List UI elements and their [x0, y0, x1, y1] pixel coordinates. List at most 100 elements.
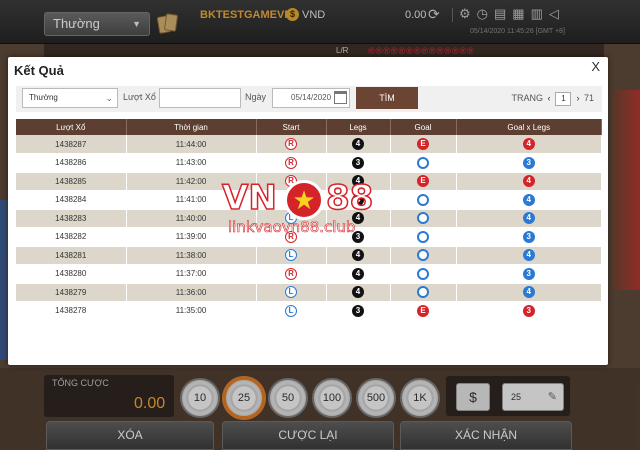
- page-number-input[interactable]: 1: [555, 92, 572, 106]
- legs-cell: 4: [326, 283, 391, 302]
- table-header-row: Lượt Xổ Thời gian Start Legs Goal Goal x…: [16, 119, 602, 135]
- search-button[interactable]: TÌM: [356, 87, 418, 109]
- col-legs: Legs: [326, 119, 391, 135]
- legs-cell: 3: [326, 153, 391, 173]
- pagination: TRANG ‹ 1 › 71: [511, 92, 594, 106]
- goal-x-legs-badge: 4: [522, 138, 535, 150]
- col-time: Thời gian: [126, 119, 257, 135]
- col-draw: Lượt Xổ: [16, 119, 127, 135]
- table-row: 1438279 11:36:00 L 4 4: [16, 283, 602, 302]
- goal-x-legs-badge: 4: [522, 212, 535, 225]
- draw-label: Lượt Xổ: [123, 92, 156, 102]
- goal-x-legs-badge: 3: [522, 230, 535, 243]
- date-input[interactable]: 05/14/2020: [272, 88, 350, 108]
- close-icon[interactable]: X: [591, 59, 600, 74]
- legs-badge: 4: [352, 286, 364, 299]
- goal-x-legs-badge: 3: [522, 267, 535, 280]
- goal-badge: E: [417, 175, 429, 188]
- goal-x-legs-cell: 4: [456, 209, 602, 228]
- start-badge: L: [285, 249, 297, 262]
- goal-x-legs-cell: 4: [456, 283, 602, 302]
- goal-cell: [390, 153, 457, 173]
- draw-time: 11:38:00: [126, 246, 257, 265]
- col-start: Start: [256, 119, 327, 135]
- col-goal-x-legs: Goal x Legs: [456, 119, 602, 135]
- goal-x-legs-cell: 4: [456, 246, 602, 265]
- table-row: 1438281 11:38:00 L 4 4: [16, 246, 602, 265]
- goal-x-legs-cell: 3: [456, 227, 602, 247]
- goal-cell: [390, 246, 457, 265]
- start-badge: R: [285, 156, 297, 169]
- goal-badge: [417, 286, 429, 299]
- draw-id: 1438280: [16, 264, 127, 284]
- start-cell: L: [256, 246, 327, 265]
- calendar-icon[interactable]: [334, 91, 347, 104]
- goal-x-legs-badge: 4: [522, 175, 535, 188]
- chevron-left-icon[interactable]: ‹: [547, 93, 550, 103]
- chevron-down-icon: ⌄: [105, 93, 113, 103]
- draw-time: 11:44:00: [126, 135, 257, 154]
- legs-badge: 4: [352, 267, 364, 280]
- start-cell: R: [256, 264, 327, 284]
- draw-id: 1438283: [16, 209, 127, 228]
- goal-cell: [390, 264, 457, 284]
- table-row: 1438278 11:35:00 L 3 E 3: [16, 301, 602, 321]
- goal-x-legs-cell: 4: [456, 172, 602, 191]
- page-label: TRANG: [511, 93, 543, 103]
- table-row: 1438287 11:44:00 R 4 E 4: [16, 135, 602, 154]
- chevron-right-icon[interactable]: ›: [576, 93, 579, 103]
- star-icon: ★: [284, 180, 324, 220]
- legs-cell: 4: [326, 246, 391, 265]
- watermark-link: linkvaovn88.club: [228, 218, 356, 237]
- draw-id: 1438285: [16, 172, 127, 191]
- start-cell: R: [256, 153, 327, 173]
- draw-time: 11:36:00: [126, 283, 257, 302]
- game-mode-value: Thường: [29, 93, 58, 102]
- goal-badge: [417, 249, 429, 262]
- col-goal: Goal: [390, 119, 457, 135]
- legs-cell: 4: [326, 264, 391, 284]
- filter-bar: Thường ⌄ Lượt Xổ Ngày 05/14/2020 TÌM TRA…: [16, 86, 602, 112]
- draw-id: 1438286: [16, 153, 127, 173]
- watermark-vn: VN: [221, 177, 277, 219]
- goal-cell: [390, 283, 457, 302]
- draw-time: 11:35:00: [126, 301, 257, 321]
- draw-id: 1438284: [16, 190, 127, 210]
- draw-id: 1438281: [16, 246, 127, 265]
- goal-badge: [417, 193, 429, 206]
- goal-x-legs-cell: 3: [456, 153, 602, 173]
- goal-x-legs-cell: 4: [456, 190, 602, 210]
- draw-id: 1438282: [16, 227, 127, 247]
- draw-id: 1438287: [16, 135, 127, 154]
- goal-x-legs-badge: 4: [522, 286, 535, 299]
- game-mode-select[interactable]: Thường ⌄: [22, 88, 118, 108]
- goal-x-legs-cell: 3: [456, 264, 602, 284]
- goal-x-legs-badge: 3: [522, 304, 535, 317]
- vn88-watermark: VN ★ 88 linkvaovn88.club: [221, 177, 402, 238]
- draw-time: 11:43:00: [126, 153, 257, 173]
- legs-badge: 4: [352, 249, 364, 262]
- goal-x-legs-cell: 3: [456, 301, 602, 321]
- goal-x-legs-badge: 4: [522, 249, 535, 262]
- start-cell: R: [256, 135, 327, 154]
- start-badge: L: [285, 304, 297, 317]
- goal-badge: [417, 230, 429, 243]
- goal-cell: E: [390, 301, 457, 321]
- legs-badge: 3: [352, 156, 364, 169]
- legs-badge: 4: [352, 138, 364, 150]
- start-badge: L: [285, 286, 297, 299]
- goal-x-legs-badge: 4: [522, 193, 535, 206]
- start-badge: R: [285, 267, 297, 280]
- start-cell: L: [256, 301, 327, 321]
- legs-cell: 4: [326, 135, 391, 154]
- goal-badge: [417, 267, 429, 280]
- legs-cell: 3: [326, 301, 391, 321]
- legs-badge: 3: [352, 304, 364, 317]
- watermark-88: 88: [325, 177, 374, 219]
- table-row: 1438280 11:37:00 R 4 3: [16, 264, 602, 284]
- draw-id: 1438278: [16, 301, 127, 321]
- goal-badge: [417, 212, 429, 225]
- draw-number-input[interactable]: [159, 88, 241, 108]
- draw-id: 1438279: [16, 283, 127, 302]
- goal-cell: E: [390, 135, 457, 154]
